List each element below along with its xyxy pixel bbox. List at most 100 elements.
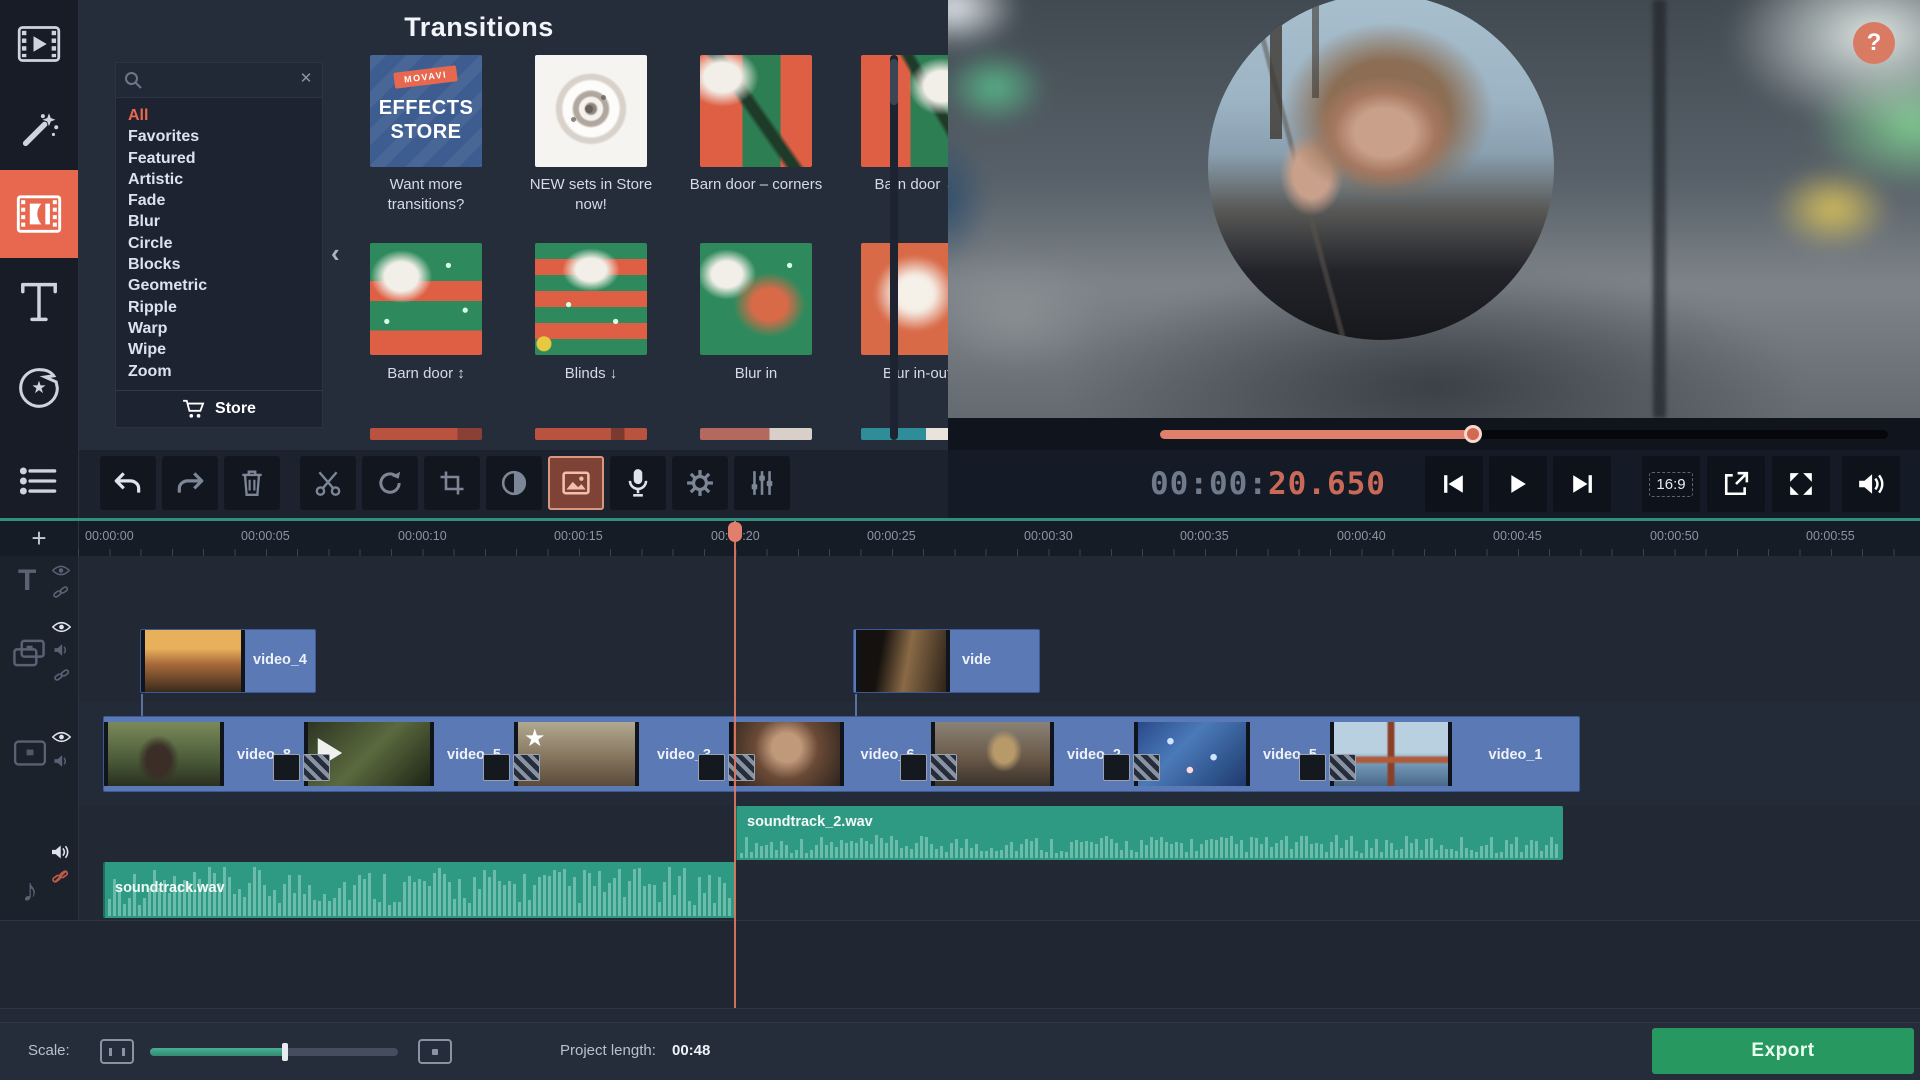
transition-badge[interactable] [698,754,758,788]
category-circle[interactable]: Circle [128,233,318,254]
titles-visibility-toggle[interactable] [52,564,70,582]
star-icon: ★ [31,378,46,398]
sidebar: ★ [0,0,79,518]
timeline-ruler[interactable]: + 00:00:00 00:00:05 00:00:10 00:00:15 00… [0,521,1920,556]
seek-bar[interactable] [1160,430,1888,439]
tile-barn-door-corners[interactable] [700,55,812,167]
sliders-icon [749,469,775,497]
settings-button[interactable] [672,456,728,510]
seek-bar-handle[interactable] [1464,425,1482,443]
tile-barn-door-vertical[interactable] [370,243,482,355]
panel-scrollbar[interactable] [890,55,898,440]
redo-button[interactable] [162,456,218,510]
category-all[interactable]: All [128,105,318,126]
scissors-icon [314,469,342,497]
volume-button[interactable] [1842,456,1900,512]
ruler-label: 00:00:30 [1024,529,1073,543]
category-warp[interactable]: Warp [128,318,318,339]
search-clear-icon[interactable]: ✕ [296,69,316,89]
record-voice-button[interactable] [610,456,666,510]
overlay-clip-video4[interactable]: video_4 [140,629,316,693]
overlay-mute-toggle[interactable] [53,643,70,662]
tile-barn-door-horizontal[interactable] [861,55,948,167]
sidebar-item-filters[interactable] [0,94,78,166]
overlay-link-line [141,694,143,716]
category-ripple[interactable]: Ripple [128,297,318,318]
titles-link-toggle[interactable] [53,584,69,605]
category-geometric[interactable]: Geometric [128,275,318,296]
ruler-ticks [78,549,1920,556]
audio-track[interactable]: ♪ soundtrack_2.wav soundtrack.wav [0,806,1920,921]
audio-levels-button[interactable] [734,456,790,510]
zoom-full-button[interactable] [418,1039,452,1064]
overlay-track[interactable]: video_4 vide [0,612,1920,703]
video-mute-toggle[interactable] [53,754,70,773]
crop-button[interactable] [424,456,480,510]
play-icon [1509,474,1527,494]
audio-unlink-toggle[interactable] [52,868,69,890]
audio-clip-soundtrack2[interactable]: soundtrack_2.wav [735,806,1563,860]
sidebar-item-titles[interactable] [0,262,78,342]
search-input[interactable]: ✕ [116,63,322,98]
category-favorites[interactable]: Favorites [128,126,318,147]
contrast-icon [501,470,527,496]
titles-track[interactable]: T [0,556,1920,613]
tile-peek [700,428,812,440]
tile-blur-in-out[interactable] [861,243,948,355]
clip-thumbnail-video8[interactable] [104,722,224,786]
category-featured[interactable]: Featured [128,148,318,169]
play-button[interactable] [1489,456,1547,512]
rotate-button[interactable] [362,456,418,510]
store-button[interactable]: Store [116,390,322,427]
help-button[interactable]: ? [1853,22,1895,64]
transitions-tool-button[interactable] [548,456,604,510]
transition-badge[interactable] [273,754,333,788]
export-button[interactable]: Export [1652,1028,1914,1074]
previous-frame-button[interactable] [1425,456,1483,512]
titles-track-header: T [0,556,79,612]
sidebar-item-transitions[interactable] [0,170,78,258]
export-frame-button[interactable] [1707,456,1765,512]
overlay-clip-video[interactable]: vide [853,629,1040,693]
category-fade[interactable]: Fade [128,190,318,211]
panel-scrollbar-thumb[interactable] [890,59,898,105]
category-wipe[interactable]: Wipe [128,339,318,360]
audio-clip-soundtrack[interactable]: soundtrack.wav [103,862,735,918]
tile-blur-in[interactable] [700,243,812,355]
titles-icon [18,280,60,324]
video-visibility-toggle[interactable] [52,730,71,749]
sidebar-item-stickers[interactable]: ★ [0,348,78,428]
overlay-link-toggle[interactable] [54,667,70,688]
next-frame-button[interactable] [1553,456,1611,512]
audio-volume-toggle[interactable] [50,844,70,865]
sidebar-item-clip-properties[interactable] [0,455,78,507]
transition-badge[interactable] [1103,754,1163,788]
color-adjust-button[interactable] [486,456,542,510]
tile-blinds[interactable] [535,243,647,355]
aspect-ratio-button[interactable]: 16:9 [1642,456,1700,512]
tile-new-sets[interactable] [535,55,647,167]
scale-slider-handle[interactable] [282,1043,288,1061]
zoom-fit-button[interactable] [100,1039,134,1064]
undo-button[interactable] [100,456,156,510]
tile-effects-store[interactable]: MOVAVI EFFECTS STORE [370,55,482,167]
playhead-pin[interactable] [728,522,742,542]
playhead[interactable] [734,521,736,1008]
category-blur[interactable]: Blur [128,211,318,232]
fullscreen-button[interactable] [1772,456,1830,512]
category-zoom[interactable]: Zoom [128,361,318,382]
category-artistic[interactable]: Artistic [128,169,318,190]
add-track-button[interactable]: + [0,521,79,556]
transition-badge[interactable] [1299,754,1359,788]
transition-badge[interactable] [900,754,960,788]
tile-label: Blinds ↓ [515,364,667,384]
sidebar-item-media[interactable] [0,8,78,80]
transition-badge[interactable] [483,754,543,788]
timeline-scroll-strip[interactable] [0,1008,1920,1023]
collapse-panel-arrow[interactable]: ‹ [331,238,340,269]
delete-button[interactable] [224,456,280,510]
category-blocks[interactable]: Blocks [128,254,318,275]
overlay-visibility-toggle[interactable] [52,620,71,639]
scale-slider[interactable] [150,1048,398,1056]
split-button[interactable] [300,456,356,510]
